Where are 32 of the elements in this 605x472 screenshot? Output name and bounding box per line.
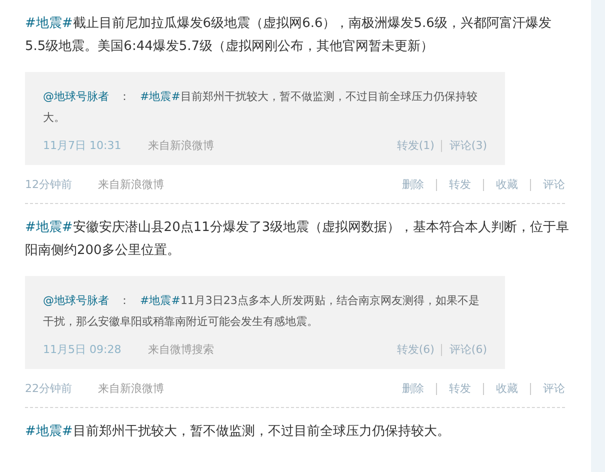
quote-text: @地球号脉者 ： #地震#目前郑州干扰较大，暂不做监测，不过目前全球压力仍保持较大。: [43, 89, 478, 126]
quote-action-link[interactable]: 转发(1): [396, 140, 434, 152]
action-link[interactable]: 删除: [402, 178, 424, 191]
author-link[interactable]: @地球号脉者: [43, 90, 109, 103]
author-link[interactable]: @地球号脉者: [43, 294, 109, 307]
post-time: 22分钟前: [25, 380, 72, 396]
topic-link[interactable]: #地震#: [25, 16, 73, 31]
quote-text: @地球号脉者 ： #地震#11月3日23点多本人所发两贴，结合南京网友测得，如果不是干扰，那么安徽阜阳或稍靠南附近可能会发生有感地震。: [43, 293, 480, 330]
action-link[interactable]: 收藏: [483, 382, 518, 395]
topic-link[interactable]: #地震#: [140, 294, 180, 307]
topic-link[interactable]: #地震#: [25, 220, 73, 235]
source-link[interactable]: 来自微博搜索: [148, 342, 214, 358]
quote-action-link[interactable]: 评论(6): [441, 344, 487, 356]
post-time: 12分钟前: [25, 176, 72, 192]
post-text: #地震#截止目前尼加拉瓜爆发6级地震（虚拟网6.6），南极洲爆发5.6级，兴都阿富汗爆发5.5级地震。美国6:44爆发5.7级（虚拟网刚公布，其他官网暂未更新）: [25, 15, 552, 56]
post-text: #地震#安徽安庆潜山县20点11分爆发了3级地震（虚拟网数据），基本符合本人判断，位于阜阳南侧约200多公里位置。: [25, 219, 570, 260]
source-link[interactable]: 来自新浪微博: [148, 138, 214, 154]
action-link[interactable]: 评论: [530, 382, 565, 395]
quote-date: 11月7日 10:31: [43, 138, 122, 154]
action-link[interactable]: 收藏: [483, 178, 518, 191]
topic-link[interactable]: #地震#: [140, 90, 180, 103]
source-link[interactable]: 来自新浪微博: [98, 380, 164, 397]
action-link[interactable]: 评论: [530, 178, 565, 191]
quote-action-link[interactable]: 转发(6): [396, 344, 434, 356]
quote-date: 11月5日 09:28: [43, 342, 122, 358]
source-link[interactable]: 来自新浪微博: [98, 176, 164, 193]
action-link[interactable]: 转发: [436, 178, 471, 191]
topic-link[interactable]: #地震#: [25, 424, 73, 439]
post-text: #地震#目前郑州干扰较大，暂不做监测，不过目前全球压力仍保持较大。: [25, 423, 451, 441]
action-link[interactable]: 转发: [436, 382, 471, 395]
action-link[interactable]: 删除: [402, 382, 424, 395]
quote-action-link[interactable]: 评论(3): [441, 140, 487, 152]
